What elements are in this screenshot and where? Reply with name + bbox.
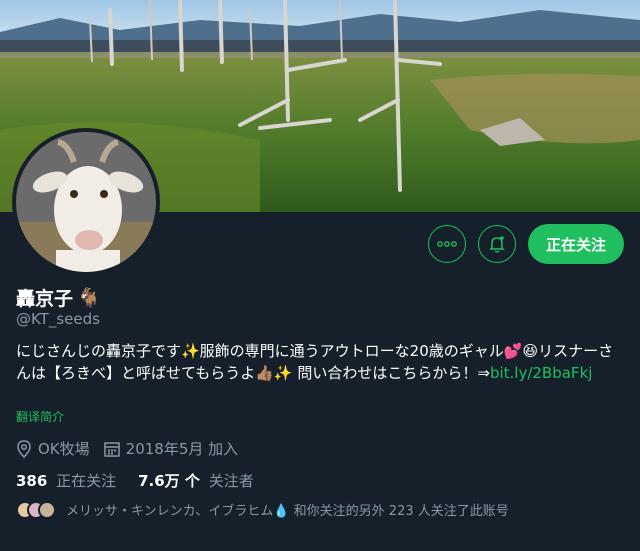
translate-bio-link[interactable]: 翻译简介 [16,408,64,425]
profile-handle: @KT_seeds [16,310,100,328]
profile-name: 轟京子 [16,288,74,310]
followed-by-row[interactable]: メリッサ・キンレンカ、イブラヒム💧 和你关注的另外 223 人关注了此账号 [16,500,509,519]
joined-text: 2018年5月 加入 [125,440,239,458]
location-item: OK牧場 [16,438,90,459]
following-label: 正在关注 [56,472,117,490]
goat-emoji-icon: 🐐 [77,287,101,309]
followers-stat[interactable]: 7.6万 个 关注者 [138,470,254,491]
more-button[interactable] [427,225,466,263]
bio-link[interactable]: bit.ly/2BbaFkj [490,364,592,382]
profile-bio: にじさんじの轟京子です✨服飾の専門に通うアウトローな20歳のギャル💕😆リスナーさ… [16,340,624,384]
profile-name-row: 轟京子 🐐 [16,284,101,311]
following-stat[interactable]: 386 正在关注 [16,470,116,491]
joined-item: 2018年5月 加入 [103,438,239,459]
followers-label: 关注者 [208,472,254,490]
bell-add-icon [489,236,505,253]
avatar[interactable] [12,128,160,276]
followers-count: 7.6万 个 [138,472,200,490]
following-count: 386 [16,472,48,490]
followed-by-text: メリッサ・キンレンカ、イブラヒム💧 和你关注的另外 223 人关注了此账号 [66,504,509,519]
location-text: OK牧場 [38,440,90,458]
profile-meta: OK牧場 2018年5月 加入 [16,438,238,459]
notify-button[interactable] [477,225,516,263]
goat-avatar-image [16,132,156,272]
followed-by-avatars [16,500,56,519]
mini-avatar [38,500,56,519]
following-button[interactable]: 正在关注 [527,224,624,264]
location-pin-icon [17,439,31,458]
profile-actions: 正在关注 [427,224,624,264]
profile-stats: 386 正在关注 7.6万 个 关注者 [16,470,254,491]
more-icon [437,241,457,247]
calendar-icon [103,441,120,457]
